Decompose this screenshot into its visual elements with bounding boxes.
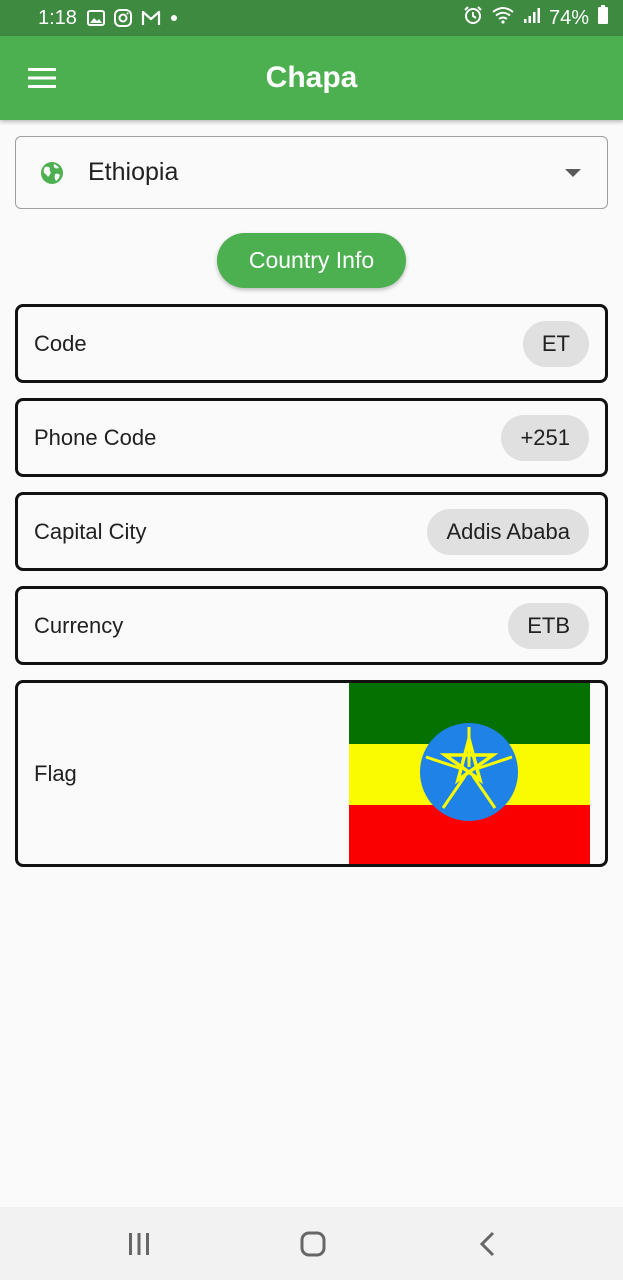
gallery-icon: [86, 10, 105, 26]
dot-icon: [170, 14, 178, 22]
globe-icon: [41, 162, 63, 184]
info-row-label: Code: [34, 330, 87, 356]
info-row-value-chip: +251: [501, 415, 589, 461]
gmail-icon: [141, 10, 161, 26]
ethiopia-flag: [349, 683, 590, 864]
info-row-capital-city: Capital City Addis Ababa: [15, 492, 608, 571]
info-row-label: Capital City: [34, 518, 147, 544]
info-row-phone-code: Phone Code +251: [15, 398, 608, 477]
recent-apps-button[interactable]: [119, 1229, 159, 1259]
app-bar: Chapa: [0, 36, 623, 120]
wifi-icon: [491, 6, 515, 30]
home-button[interactable]: [293, 1229, 333, 1259]
home-icon: [300, 1231, 326, 1257]
system-nav-bar: [0, 1207, 623, 1280]
back-button[interactable]: [468, 1229, 508, 1259]
alarm-icon: [463, 5, 483, 31]
instagram-icon: [113, 9, 132, 27]
back-icon: [479, 1231, 495, 1257]
status-right-group: 74%: [463, 5, 609, 31]
info-row-flag: Flag: [15, 680, 608, 867]
country-dropdown[interactable]: Ethiopia: [15, 136, 608, 209]
status-time: 1:18: [38, 6, 77, 29]
info-row-value-chip: ET: [522, 321, 589, 367]
info-row-value-chip: ETB: [508, 603, 589, 649]
info-row-label: Flag: [34, 760, 77, 786]
app-title: Chapa: [265, 61, 358, 94]
status-bar: 1:18 74%: [0, 0, 623, 36]
battery-icon: [597, 5, 609, 31]
battery-percent: 74%: [548, 6, 589, 29]
info-row-code: Code ET: [15, 304, 608, 383]
info-row-label: Currency: [34, 612, 124, 638]
menu-button[interactable]: [22, 62, 62, 94]
info-row-value-chip: Addis Ababa: [427, 509, 589, 555]
info-row-label: Phone Code: [34, 424, 157, 450]
recent-apps-icon: [129, 1233, 149, 1255]
info-row-currency: Currency ETB: [15, 586, 608, 665]
country-dropdown-value: Ethiopia: [88, 158, 179, 186]
menu-icon: [28, 68, 56, 88]
signal-icon: [523, 6, 541, 30]
country-info-button[interactable]: Country Info: [217, 233, 406, 288]
dropdown-caret-icon: [565, 169, 581, 177]
